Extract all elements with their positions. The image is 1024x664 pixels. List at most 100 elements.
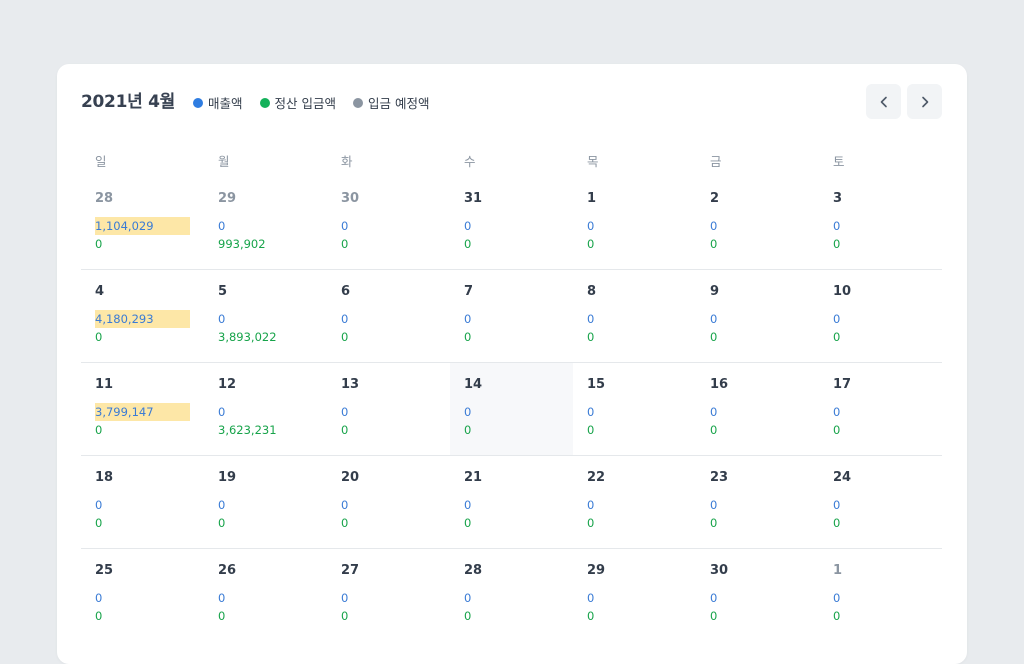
day-cell[interactable]: 1 0 0 xyxy=(573,177,696,269)
sales-amount: 0 xyxy=(587,498,595,512)
day-cell[interactable]: 7 0 0 xyxy=(450,270,573,362)
day-cell-today[interactable]: 14 0 0 xyxy=(450,363,573,455)
legend-dot-expected xyxy=(353,97,363,108)
day-cell[interactable]: 1 0 0 xyxy=(819,549,942,641)
prev-month-button[interactable] xyxy=(866,84,901,119)
weekday-label: 일 xyxy=(95,154,107,169)
day-cell[interactable]: 11 3,799,147 0 xyxy=(81,363,204,455)
day-number: 27 xyxy=(341,563,360,578)
day-cell[interactable]: 12 0 3,623,231 xyxy=(204,363,327,455)
day-cell[interactable]: 28 1,104,029 0 xyxy=(81,177,204,269)
week-row: 4 4,180,293 0 5 0 3,893,022 6 0 0 7 0 0 8 0 0 9 0 0 10 0 0 xyxy=(81,270,942,363)
settlement-amount: 0 xyxy=(341,423,349,437)
settlement-amount: 0 xyxy=(464,237,472,251)
sales-amount: 0 xyxy=(587,405,595,419)
settlement-amount: 0 xyxy=(341,516,349,530)
day-cell[interactable]: 5 0 3,893,022 xyxy=(204,270,327,362)
day-cell[interactable]: 30 0 0 xyxy=(327,177,450,269)
weekday-label: 월 xyxy=(218,154,230,169)
day-number: 1 xyxy=(587,191,597,206)
sales-amount: 1,104,029 xyxy=(95,217,190,235)
day-number: 11 xyxy=(95,377,114,392)
day-cell[interactable]: 17 0 0 xyxy=(819,363,942,455)
settlement-amount: 0 xyxy=(833,237,841,251)
day-cell[interactable]: 21 0 0 xyxy=(450,456,573,548)
settlement-amount: 0 xyxy=(95,516,103,530)
day-cell[interactable]: 18 0 0 xyxy=(81,456,204,548)
day-number: 6 xyxy=(341,284,351,299)
day-cell[interactable]: 29 0 993,902 xyxy=(204,177,327,269)
settlement-amount: 0 xyxy=(218,609,226,623)
day-number: 9 xyxy=(710,284,720,299)
settlement-amount: 0 xyxy=(341,330,349,344)
weekday-label: 수 xyxy=(464,154,476,169)
day-number: 29 xyxy=(218,191,237,206)
sales-amount: 0 xyxy=(464,498,472,512)
sales-amount: 0 xyxy=(464,405,472,419)
settlement-amount: 0 xyxy=(587,516,595,530)
settlement-amount: 0 xyxy=(464,516,472,530)
settlement-amount: 0 xyxy=(95,237,103,251)
settlement-amount: 0 xyxy=(833,516,841,530)
next-month-button[interactable] xyxy=(907,84,942,119)
settlement-amount: 0 xyxy=(587,237,595,251)
day-number: 22 xyxy=(587,470,606,485)
settlement-amount: 0 xyxy=(833,330,841,344)
day-cell[interactable]: 31 0 0 xyxy=(450,177,573,269)
sales-amount: 3,799,147 xyxy=(95,403,190,421)
week-row: 18 0 0 19 0 0 20 0 0 21 0 0 22 0 0 23 0 0 24 0 0 xyxy=(81,456,942,549)
day-cell[interactable]: 8 0 0 xyxy=(573,270,696,362)
sales-amount: 0 xyxy=(710,591,718,605)
day-cell[interactable]: 27 0 0 xyxy=(327,549,450,641)
day-cell[interactable]: 4 4,180,293 0 xyxy=(81,270,204,362)
day-number: 2 xyxy=(710,191,720,206)
day-cell[interactable]: 30 0 0 xyxy=(696,549,819,641)
day-number: 15 xyxy=(587,377,606,392)
settlement-amount: 0 xyxy=(710,423,718,437)
day-cell[interactable]: 29 0 0 xyxy=(573,549,696,641)
day-cell[interactable]: 3 0 0 xyxy=(819,177,942,269)
legend-label-settlement: 정산 입금액 xyxy=(274,96,336,111)
day-cell[interactable]: 26 0 0 xyxy=(204,549,327,641)
day-cell[interactable]: 6 0 0 xyxy=(327,270,450,362)
chevron-left-icon xyxy=(880,96,887,107)
sales-amount: 0 xyxy=(341,219,349,233)
sales-amount: 0 xyxy=(710,405,718,419)
day-cell[interactable]: 10 0 0 xyxy=(819,270,942,362)
settlement-amount: 0 xyxy=(587,423,595,437)
sales-amount: 4,180,293 xyxy=(95,310,190,328)
weekday-label: 화 xyxy=(341,154,353,169)
day-cell[interactable]: 13 0 0 xyxy=(327,363,450,455)
sales-amount: 0 xyxy=(95,498,103,512)
day-cell[interactable]: 19 0 0 xyxy=(204,456,327,548)
weekday-label: 목 xyxy=(587,154,599,169)
sales-amount: 0 xyxy=(218,591,226,605)
settlement-amount: 0 xyxy=(341,609,349,623)
sales-amount: 0 xyxy=(218,219,226,233)
day-cell[interactable]: 20 0 0 xyxy=(327,456,450,548)
day-cell[interactable]: 9 0 0 xyxy=(696,270,819,362)
day-cell[interactable]: 2 0 0 xyxy=(696,177,819,269)
day-number: 3 xyxy=(833,191,843,206)
day-number: 19 xyxy=(218,470,237,485)
day-cell[interactable]: 25 0 0 xyxy=(81,549,204,641)
settlement-amount: 0 xyxy=(710,516,718,530)
day-number: 25 xyxy=(95,563,114,578)
sales-amount: 0 xyxy=(464,219,472,233)
sales-amount: 0 xyxy=(341,312,349,326)
settlement-amount: 993,902 xyxy=(218,237,266,251)
settlement-amount: 0 xyxy=(587,330,595,344)
legend: 매출액 정산 입금액 입금 예정액 xyxy=(193,93,429,112)
day-cell[interactable]: 28 0 0 xyxy=(450,549,573,641)
calendar-card: 2021년 4월 매출액 정산 입금액 입금 예정액 일월화수목금토 28 1,1… xyxy=(57,64,967,664)
week-row: 25 0 0 26 0 0 27 0 0 28 0 0 29 0 0 30 0 0 1 0 0 xyxy=(81,549,942,641)
sales-amount: 0 xyxy=(341,498,349,512)
legend-dot-sales xyxy=(193,97,203,108)
day-number: 30 xyxy=(710,563,729,578)
day-cell[interactable]: 23 0 0 xyxy=(696,456,819,548)
day-cell[interactable]: 22 0 0 xyxy=(573,456,696,548)
day-number: 28 xyxy=(95,191,114,206)
day-cell[interactable]: 24 0 0 xyxy=(819,456,942,548)
day-cell[interactable]: 16 0 0 xyxy=(696,363,819,455)
day-cell[interactable]: 15 0 0 xyxy=(573,363,696,455)
